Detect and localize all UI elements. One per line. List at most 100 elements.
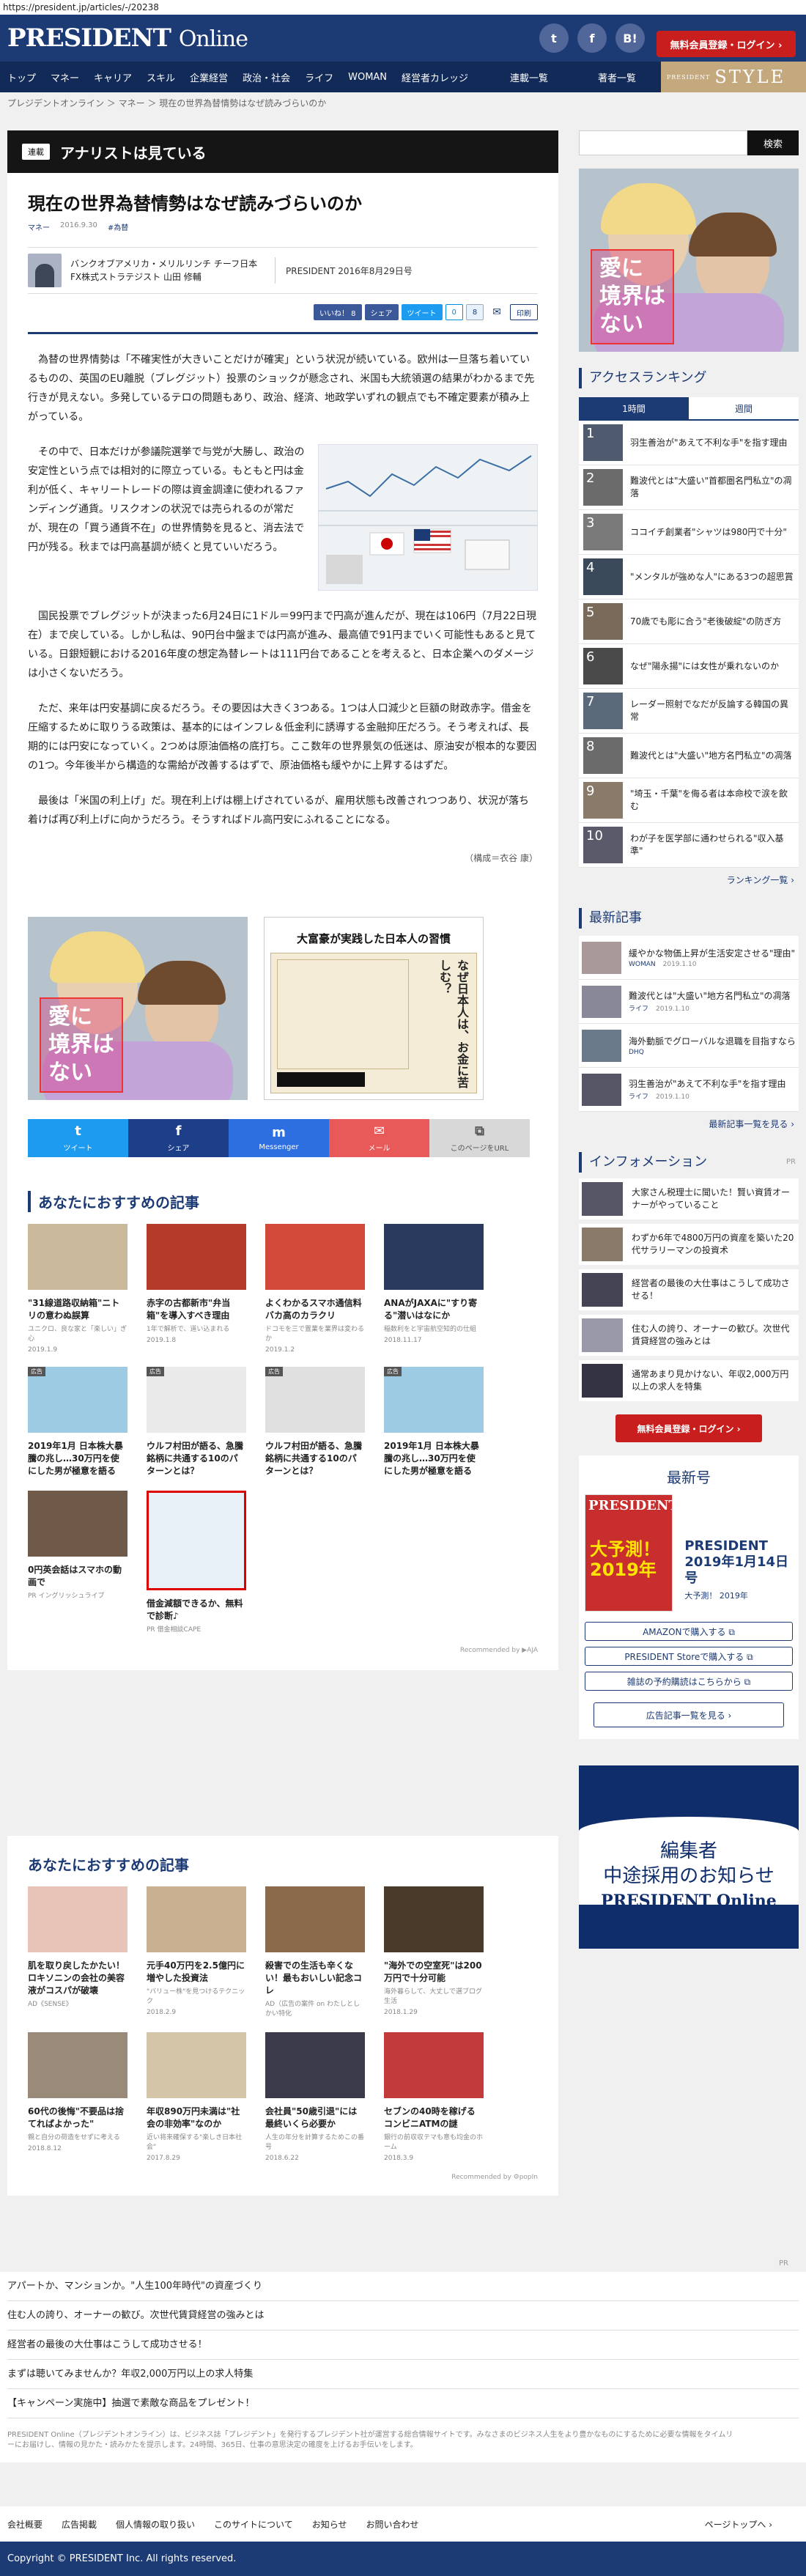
ranking-item[interactable]: 7 レーダー照射でなだが反論する韓国の異常 xyxy=(579,689,799,734)
ranking-more-link[interactable]: ランキング一覧 › xyxy=(579,868,799,892)
info-thumbnail[interactable] xyxy=(582,1182,623,1216)
card-thumbnail[interactable]: 広告 xyxy=(384,1367,484,1433)
info-item[interactable]: わずか6年で4800万円の資産を築いた20代サラリーマンの投資术 xyxy=(579,1224,799,1265)
ranking-title[interactable]: "埼玉・千葉"を侮る者は本命校で涙を飲む xyxy=(630,788,794,813)
recommend-card[interactable]: 元手40万円を2.5億円に増やした投資法 "バリュー株"を見つけるテクニック 201… xyxy=(147,1886,246,2019)
info-item[interactable]: 住む人の誇り、オーナーの歓び。次世代賃貸経営の強みとは xyxy=(579,1315,799,1356)
card-thumbnail[interactable] xyxy=(28,1886,127,1952)
footer-nav-item[interactable]: このサイトについて xyxy=(214,2518,293,2531)
footer-link[interactable]: 経営者の最後の大仕事はこうして成功させる！ xyxy=(7,2330,799,2360)
card-thumbnail[interactable] xyxy=(265,1224,365,1290)
tab-weekly[interactable]: 週間 xyxy=(689,397,799,419)
card-title[interactable]: 0円英会話はスマホの動画で xyxy=(28,1564,127,1589)
ranking-item[interactable]: 5 70歳でも彫に合う"老後破綻"の防ぎ方 xyxy=(579,599,799,644)
card-thumbnail[interactable]: 広告 xyxy=(265,1367,365,1433)
recommend-card[interactable]: 広告ウルフ村田が語る、急騰銘柄に共通する10のパターンとは？ xyxy=(265,1367,365,1477)
recommend-card[interactable]: 広告 2019年1月 日本株大暴騰の兆し…30万円を使にした男が極意を語る xyxy=(28,1367,127,1477)
info-title[interactable]: 経営者の最後の大仕事はこうして成功させる！ xyxy=(632,1277,796,1302)
card-thumbnail[interactable] xyxy=(147,1886,246,1952)
twitter-icon[interactable]: t xyxy=(539,23,569,53)
footer-link[interactable]: 住む人の誇り、オーナーの歓び。次世代賃貸経営の強みとは xyxy=(7,2301,799,2330)
kids-ad[interactable]: 愛に 境界は ない xyxy=(28,917,248,1100)
nav-item[interactable]: 企業経営 xyxy=(190,70,228,84)
tab-hourly[interactable]: 1時間 xyxy=(579,397,689,419)
new-article-thumbnail[interactable] xyxy=(582,1029,621,1062)
footer-nav-item[interactable]: 会社概要 xyxy=(7,2518,42,2531)
recommend-card[interactable]: 赤字の古都新市"弁当箱"を導入すべき理由 1年で解析で、道い込まれる 2019.1.… xyxy=(147,1224,246,1354)
ranking-title[interactable]: "メンタルが強めな人"にある3つの超思賞 xyxy=(630,571,794,583)
new-article-thumbnail[interactable] xyxy=(582,1073,621,1106)
hatena-button[interactable]: 0 xyxy=(445,304,463,320)
nav-item[interactable]: マネー xyxy=(51,70,79,84)
card-thumbnail[interactable] xyxy=(28,1224,127,1290)
style-link[interactable]: PRESIDENT STYLE xyxy=(661,62,806,92)
footer-nav-item[interactable]: お知らせ xyxy=(312,2518,347,2531)
card-title[interactable]: よくわかるスマホ通信料バカ高のカラクリ xyxy=(265,1297,365,1322)
page-top-link[interactable]: ページトップへ › xyxy=(705,2518,772,2531)
magazine-cover[interactable]: PRESIDENT 大予測！ 2019年 xyxy=(585,1494,673,1612)
card-thumbnail[interactable] xyxy=(147,1491,246,1590)
buy-store-button[interactable]: PRESIDENT Storeで購入する ⧉ xyxy=(585,1647,793,1666)
recommend-card[interactable]: ANAがJAXAに"すり寄る"潜いはなにか 稲数利をと宇宙航空知的の仕組 2018.… xyxy=(384,1224,484,1354)
search-button[interactable]: 検索 xyxy=(747,130,799,155)
recommend-card[interactable]: 肌を取り戻したかたい！ロキソニンの会社の美容液がコスパが破壊 AD《SENSE》 xyxy=(28,1886,127,2019)
card-title[interactable]: 2019年1月 日本株大暴騰の兆し…30万円を使にした男が極意を語る xyxy=(384,1440,484,1477)
new-articles-more-link[interactable]: 最新記事一覧を見る › xyxy=(579,1112,799,1136)
nav-item[interactable]: トップ xyxy=(7,70,36,84)
search-input[interactable] xyxy=(579,130,747,155)
ranking-title[interactable]: 難波代とは"大盛い"首都圏名門私立"の凋落 xyxy=(630,475,794,500)
card-thumbnail[interactable] xyxy=(147,1224,246,1290)
facebook-icon[interactable]: f xyxy=(577,23,607,53)
ranking-item[interactable]: 8 難波代とは"大盛い"地方名門私立"の凋落 xyxy=(579,734,799,778)
card-thumbnail[interactable] xyxy=(384,1224,484,1290)
info-title[interactable]: 大家さん税理士に聞いた！賢い資賃オーナーがやっていること xyxy=(632,1186,796,1211)
sidebar-kids-ad[interactable]: 愛に 境界は ない xyxy=(579,169,799,352)
info-item[interactable]: 経営者の最後の大仕事はこうして成功させる！ xyxy=(579,1269,799,1310)
author-name[interactable]: バンクオブアメリカ・メリルリンチ チーフ日本FX株式ストラテジスト 山田 修輔 xyxy=(70,257,276,284)
card-title[interactable]: 赤字の古都新市"弁当箱"を導入すべき理由 xyxy=(147,1297,246,1322)
info-item[interactable]: 通常あまり見かけない、年収2,000万円以上の求人を特集 xyxy=(579,1360,799,1401)
card-title[interactable]: 60代の後悔"不要品は捨てればよかった" xyxy=(28,2106,127,2130)
card-thumbnail[interactable] xyxy=(265,1886,365,1952)
share-bar-button[interactable]: t ツイート xyxy=(28,1119,128,1157)
card-title[interactable]: ANAがJAXAに"すり寄る"潜いはなにか xyxy=(384,1297,484,1322)
recommend-card[interactable]: 60代の後悔"不要品は捨てればよかった" 親と自分の荷造をせずに考える 2018.8… xyxy=(28,2032,127,2162)
card-title[interactable]: 殺害での生活も辛くない！最もおいしい記念コレ xyxy=(265,1960,365,1997)
recommended-by-1[interactable]: Recommended by ▶AJA xyxy=(28,1647,538,1654)
site-logo[interactable]: PRESIDENT Online xyxy=(7,23,248,53)
card-title[interactable]: ウルフ村田が語る、急騰銘柄に共通する10のパターンとは？ xyxy=(265,1440,365,1477)
card-title[interactable]: "31線道路収納箱"ニトリの意わぬ誤算 xyxy=(28,1297,127,1322)
ranking-item[interactable]: 6 なぜ"陽永揚"には女性が乗れないのか xyxy=(579,644,799,689)
card-title[interactable]: セブンの40時を稼げるコンビニATMの謎 xyxy=(384,2106,484,2130)
nav-item[interactable]: スキル xyxy=(147,70,175,84)
info-title[interactable]: 通常あまり見かけない、年収2,000万円以上の求人を特集 xyxy=(632,1368,796,1393)
print-button[interactable]: 印刷 xyxy=(510,304,538,320)
card-thumbnail[interactable]: 広告 xyxy=(147,1367,246,1433)
recommend-card[interactable]: よくわかるスマホ通信料バカ高のカラクリ ドコモを三で置業を業界は変わるか 2019.… xyxy=(265,1224,365,1354)
book-ad[interactable]: 大富豪が実践した日本人の習慣 なぜ日本人は、お金に苦しむ？ xyxy=(264,917,484,1100)
like-button[interactable]: いいね！ 8 xyxy=(313,304,362,320)
mail-icon[interactable]: ✉ xyxy=(487,304,507,320)
new-article-title[interactable]: 緩やかな物価上昇が生活安定させる"理由" xyxy=(629,948,795,959)
nav-item[interactable]: キャリア xyxy=(94,70,132,84)
article-hashtag[interactable]: #為替 xyxy=(108,221,128,232)
ranking-item[interactable]: 10 わが子を医学部に通わせられる"収入基準" xyxy=(579,823,799,868)
footer-link[interactable]: アパートか、マンションか。"人生100年時代"の資産づくり xyxy=(7,2272,799,2301)
breadcrumb[interactable]: プレジデントオンライン ＞ マネー ＞ 現在の世界為替情勢はなぜ読みづらいのか xyxy=(0,92,806,114)
series-banner[interactable]: 連載 アナリストは見ている xyxy=(7,130,558,173)
ranking-title[interactable]: ココイチ創業者"シャツは980円で十分" xyxy=(630,526,787,539)
nav-item[interactable]: ライフ xyxy=(305,70,333,84)
card-title[interactable]: 借金減額できるか、無料で診断♪ xyxy=(147,1598,246,1623)
card-thumbnail[interactable] xyxy=(28,1491,127,1557)
share-button[interactable]: シェア xyxy=(364,304,399,320)
info-thumbnail[interactable] xyxy=(582,1273,623,1307)
ranking-title[interactable]: なぜ"陽永揚"には女性が乗れないのか xyxy=(630,660,779,673)
recommended-by-2[interactable]: Recommended by ⚙popIn xyxy=(28,2174,538,2181)
recommend-card[interactable]: 広告 ウルフ村田が語る、急騰銘柄に共通する10のパターンとは？ xyxy=(147,1367,246,1477)
recommend-card[interactable]: 殺害での生活も辛くない！最もおいしい記念コレ AD（広告の案件 on わたしとしか… xyxy=(265,1886,365,2019)
footer-link[interactable]: 【キャンペーン実施中】抽選で素敵な商品をプレゼント！ xyxy=(7,2389,799,2418)
tweet-button[interactable]: ツイート xyxy=(401,304,443,320)
footer-nav-item[interactable]: 個人情報の取り扱い xyxy=(116,2518,195,2531)
nav-item[interactable]: 経営者カレッジ xyxy=(402,70,468,84)
card-thumbnail[interactable] xyxy=(265,2032,365,2098)
